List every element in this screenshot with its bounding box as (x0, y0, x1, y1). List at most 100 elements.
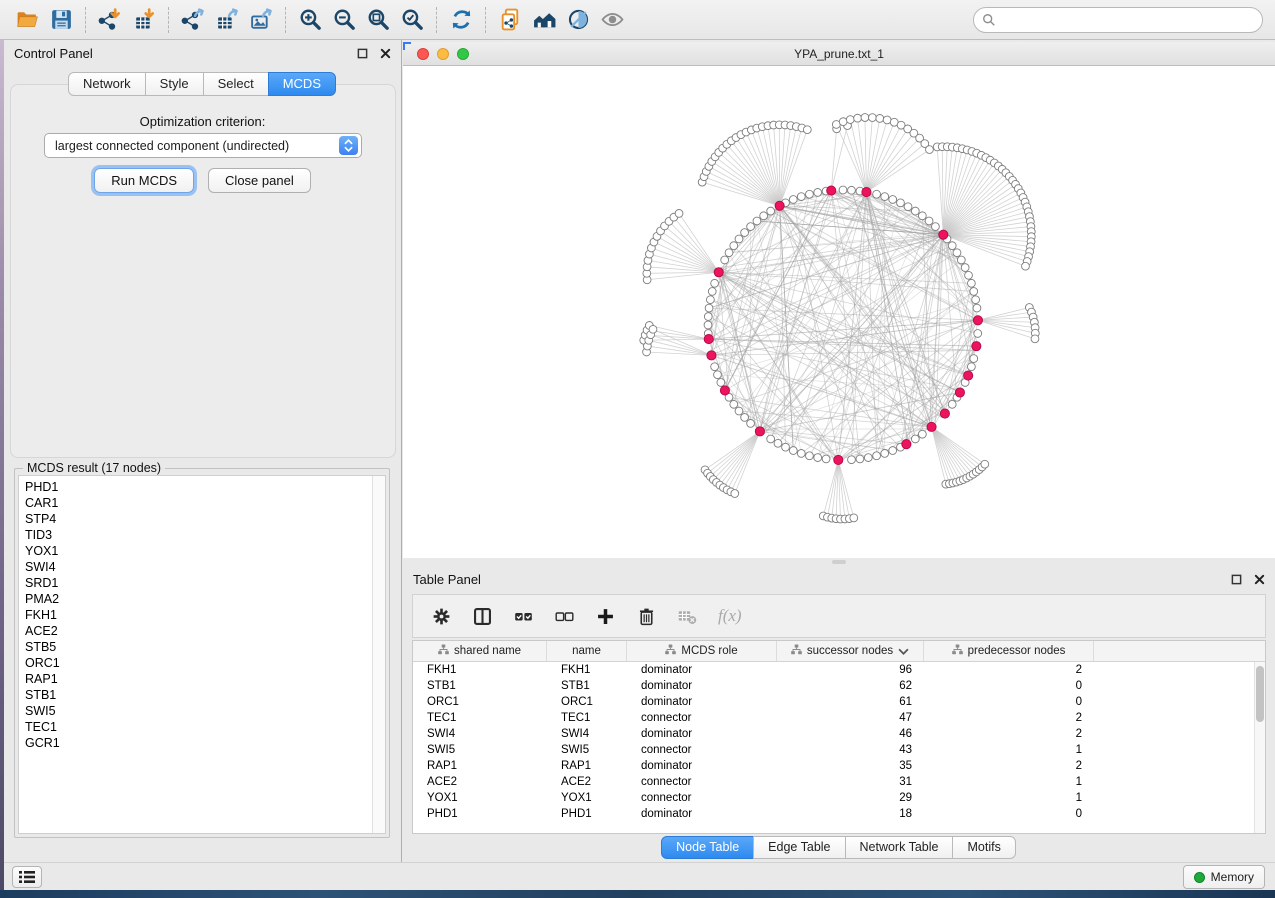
network-node[interactable] (767, 435, 775, 443)
cell-MCDS-role[interactable]: connector (627, 790, 777, 806)
cell-name[interactable]: SWI5 (547, 742, 627, 758)
cell-predecessor-nodes[interactable]: 1 (924, 742, 1094, 758)
mcds-result-item[interactable]: STB1 (25, 687, 385, 703)
network-node[interactable] (705, 304, 713, 312)
tab-motifs[interactable]: Motifs (952, 836, 1015, 859)
network-node[interactable] (967, 279, 975, 287)
network-node[interactable] (789, 447, 797, 455)
network-node[interactable] (806, 190, 814, 198)
memory-button[interactable]: Memory (1183, 865, 1265, 889)
network-node[interactable] (675, 209, 683, 217)
optimization-criterion-select[interactable]: largest connected component (undirected) (44, 133, 362, 158)
cell-shared-name[interactable]: YOX1 (413, 790, 547, 806)
cell-MCDS-role[interactable]: connector (627, 710, 777, 726)
mcds-result-item[interactable]: PHD1 (25, 479, 385, 495)
import-table-button[interactable] (127, 4, 161, 36)
table-row[interactable]: STB1STB1dominator620 (413, 678, 1265, 694)
network-node[interactable] (741, 229, 749, 237)
zoom-out-button[interactable] (327, 4, 361, 36)
table-row[interactable]: PHD1PHD1dominator180 (413, 806, 1265, 822)
network-node[interactable] (861, 114, 869, 122)
tab-style[interactable]: Style (145, 72, 204, 96)
cell-shared-name[interactable]: TEC1 (413, 710, 547, 726)
network-node[interactable] (868, 114, 876, 122)
table-row[interactable]: ACE2ACE2connector311 (413, 774, 1265, 790)
column-header-predecessor-nodes[interactable]: predecessor nodes (924, 641, 1094, 661)
network-node[interactable] (873, 452, 881, 460)
network-node[interactable] (904, 203, 912, 211)
cell-shared-name[interactable]: SWI5 (413, 742, 547, 758)
zoom-selected-button[interactable] (395, 4, 429, 36)
mcds-node[interactable] (902, 440, 911, 449)
table-row[interactable]: SWI5SWI5connector431 (413, 742, 1265, 758)
network-node[interactable] (806, 452, 814, 460)
cell-successor-nodes[interactable]: 47 (777, 710, 924, 726)
table-row[interactable]: FKH1FKH1dominator962 (413, 662, 1265, 678)
network-node[interactable] (881, 449, 889, 457)
mcds-node[interactable] (955, 388, 964, 397)
cell-MCDS-role[interactable]: dominator (627, 678, 777, 694)
mcds-node[interactable] (964, 371, 973, 380)
network-node[interactable] (725, 249, 733, 257)
network-node[interactable] (876, 114, 884, 122)
mcds-node[interactable] (834, 455, 843, 464)
network-node[interactable] (911, 207, 919, 215)
network-node[interactable] (714, 371, 722, 379)
network-node[interactable] (803, 126, 811, 134)
cell-shared-name[interactable]: FKH1 (413, 662, 547, 678)
network-node[interactable] (797, 193, 805, 201)
network-node[interactable] (741, 414, 749, 422)
network-node[interactable] (926, 146, 934, 154)
delete-button[interactable] (636, 606, 657, 627)
mcds-node[interactable] (927, 422, 936, 431)
mcds-result-item[interactable]: FKH1 (25, 607, 385, 623)
mcds-node[interactable] (972, 342, 981, 351)
mcds-result-item[interactable]: TID3 (25, 527, 385, 543)
network-node[interactable] (717, 379, 725, 387)
network-node[interactable] (822, 455, 830, 463)
cell-predecessor-nodes[interactable]: 1 (924, 774, 1094, 790)
mcds-result-item[interactable]: TEC1 (25, 719, 385, 735)
mcds-result-item[interactable]: STB5 (25, 639, 385, 655)
network-node[interactable] (704, 321, 712, 329)
first-neighbors-button[interactable] (527, 4, 561, 36)
network-node[interactable] (925, 217, 933, 225)
network-node[interactable] (918, 212, 926, 220)
export-image-button[interactable] (244, 4, 278, 36)
network-node[interactable] (848, 186, 856, 194)
zoom-fit-button[interactable] (361, 4, 395, 36)
table-row[interactable]: YOX1YOX1connector291 (413, 790, 1265, 806)
network-node[interactable] (797, 449, 805, 457)
unselect-all-button[interactable] (554, 606, 575, 627)
cell-MCDS-role[interactable]: connector (627, 774, 777, 790)
network-node[interactable] (864, 454, 872, 462)
cell-predecessor-nodes[interactable]: 1 (924, 790, 1094, 806)
column-header-successor-nodes[interactable]: successor nodes (777, 641, 924, 661)
mcds-result-item[interactable]: RAP1 (25, 671, 385, 687)
cell-shared-name[interactable]: ORC1 (413, 694, 547, 710)
network-node[interactable] (961, 264, 969, 272)
open-button[interactable] (10, 4, 44, 36)
network-node[interactable] (848, 456, 856, 464)
network-node[interactable] (753, 217, 761, 225)
cell-successor-nodes[interactable]: 35 (777, 758, 924, 774)
network-node[interactable] (856, 455, 864, 463)
network-node[interactable] (974, 330, 982, 338)
network-node[interactable] (953, 249, 961, 257)
mcds-result-item[interactable]: GCR1 (25, 735, 385, 751)
tab-mcds[interactable]: MCDS (268, 72, 336, 96)
horizontal-splitter[interactable] (403, 558, 1275, 566)
network-node[interactable] (704, 313, 712, 321)
network-node[interactable] (730, 400, 738, 408)
float-panel-icon[interactable] (357, 48, 368, 59)
network-node[interactable] (897, 199, 905, 207)
network-node[interactable] (767, 207, 775, 215)
cell-MCDS-role[interactable]: dominator (627, 806, 777, 822)
cell-MCDS-role[interactable]: dominator (627, 758, 777, 774)
show-all-button[interactable] (595, 4, 629, 36)
network-node[interactable] (731, 490, 739, 498)
export-table-button[interactable] (210, 4, 244, 36)
network-node[interactable] (883, 116, 891, 124)
cell-predecessor-nodes[interactable]: 2 (924, 710, 1094, 726)
column-header-shared-name[interactable]: shared name (413, 641, 547, 661)
